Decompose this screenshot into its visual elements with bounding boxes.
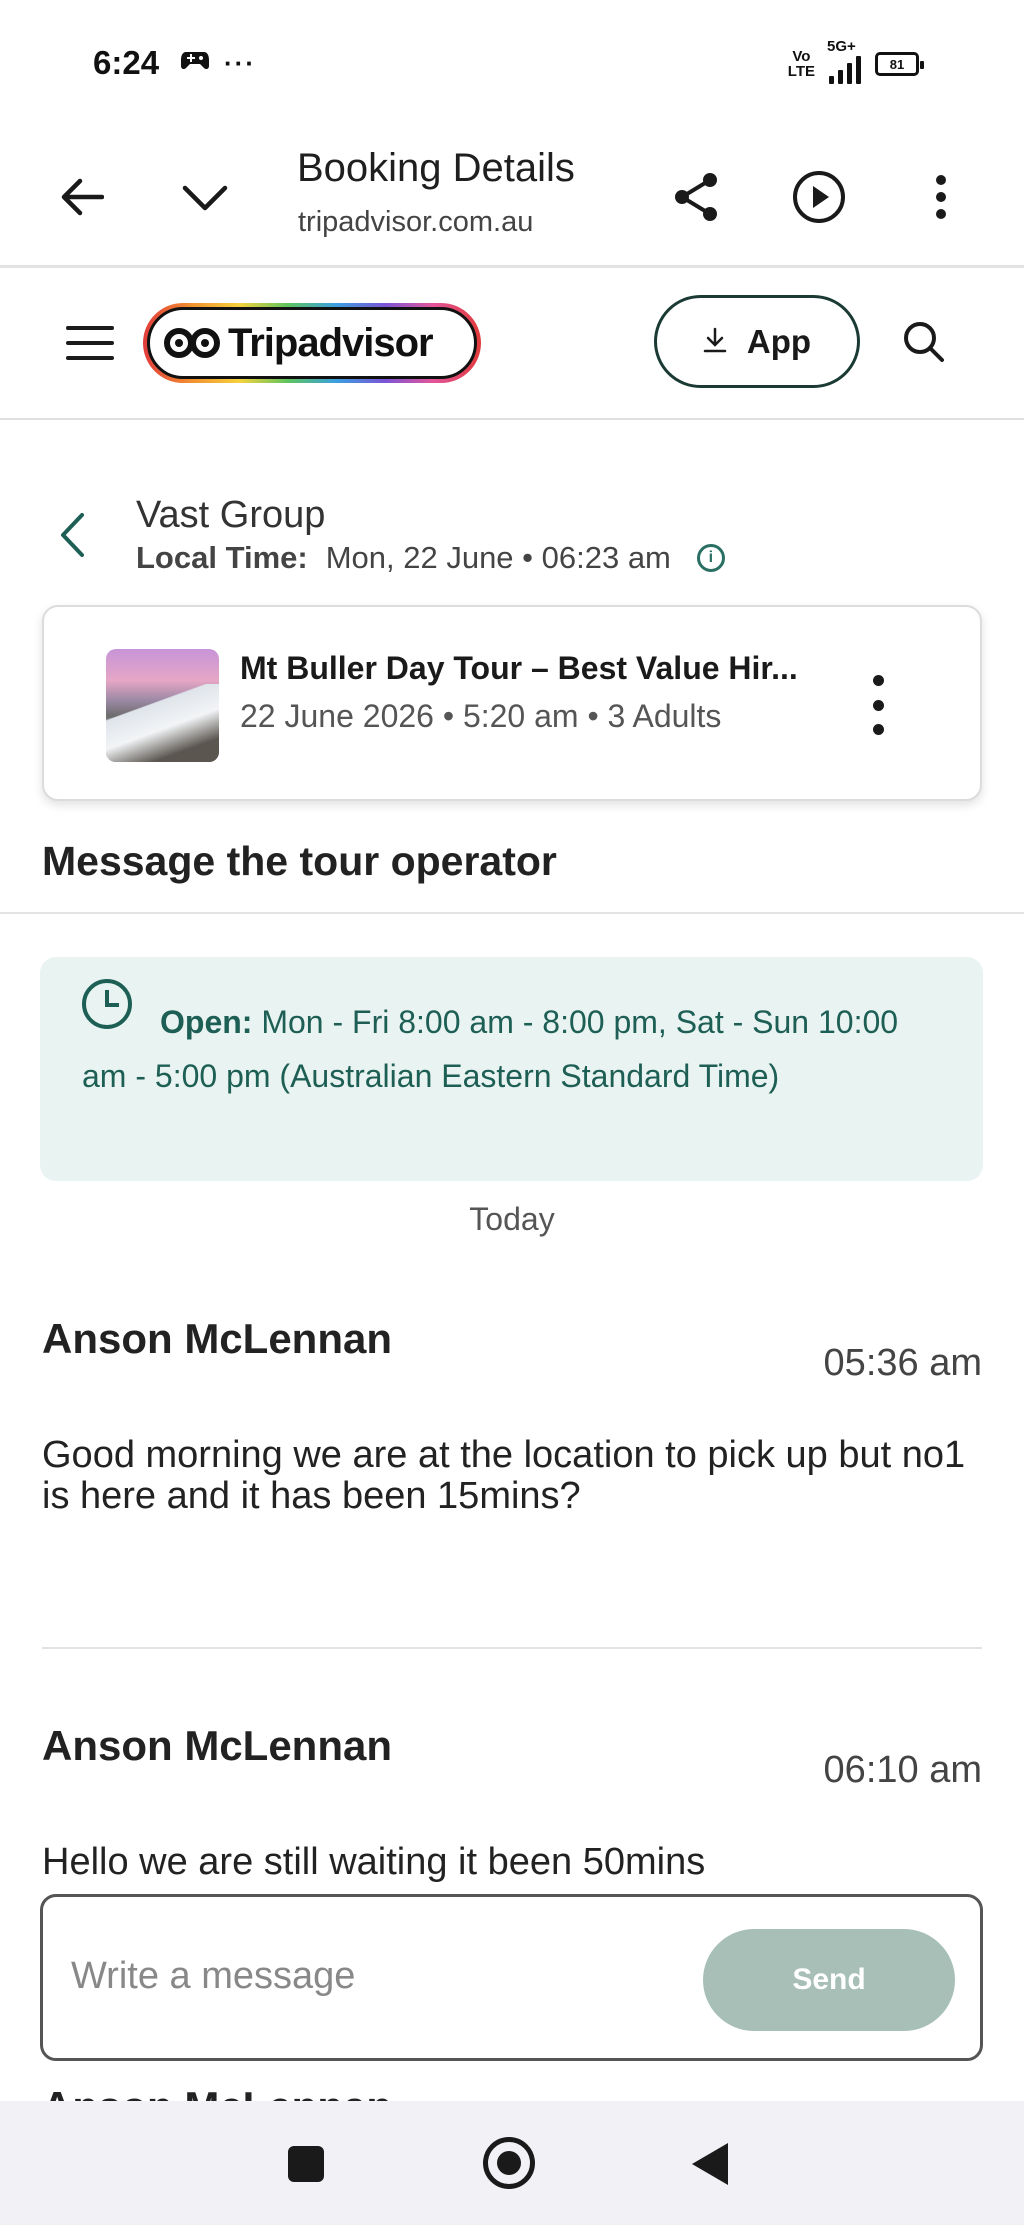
system-back-icon[interactable] [692, 2143, 728, 2185]
tour-thumbnail [106, 649, 219, 762]
system-nav-bar [0, 2101, 1024, 2225]
game-controller-icon [180, 48, 210, 79]
more-vert-icon[interactable] [906, 162, 976, 232]
battery-icon: 81 [875, 52, 924, 76]
browser-toolbar: Booking Details tripadvisor.com.au [0, 132, 1024, 268]
booking-options-icon[interactable] [858, 665, 898, 745]
opening-hours-text: Open: Mon - Fri 8:00 am - 8:00 pm, Sat -… [82, 995, 942, 1103]
status-bar: 6:24 ··· Vo LTE 5G+ 81 [0, 0, 1024, 132]
chevron-down-icon[interactable] [170, 162, 240, 232]
status-system-icons: Vo LTE 5G+ 81 [787, 38, 924, 84]
site-header: Tripadvisor App [0, 270, 1024, 420]
message-sender: Anson McLennan [42, 1722, 393, 1769]
message-sender: Anson McLennan [42, 1315, 393, 1362]
opening-hours-label: Open: [160, 1004, 253, 1040]
operator-local-time: Local Time: Mon, 22 June • 06:23 am i [136, 540, 725, 576]
more-notifications-icon: ··· [224, 48, 256, 78]
search-icon[interactable] [896, 314, 952, 370]
logo-text: Tripadvisor [228, 320, 434, 365]
back-arrow-icon[interactable] [47, 162, 117, 232]
tour-meta: 22 June 2026 • 5:20 am • 3 Adults [240, 698, 722, 734]
page-title: Booking Details [297, 146, 575, 190]
message-time: 05:36 am [823, 1342, 982, 1384]
tour-title: Mt Buller Day Tour – Best Value Hir... [240, 650, 798, 686]
info-icon[interactable]: i [696, 544, 725, 572]
home-icon[interactable] [483, 2137, 535, 2189]
tripadvisor-logo[interactable]: Tripadvisor [143, 303, 481, 383]
signal-icon: 5G+ [827, 38, 861, 84]
booking-card[interactable]: Mt Buller Day Tour – Best Value Hir... 2… [42, 605, 982, 801]
message-input[interactable] [71, 1945, 691, 2007]
back-to-inbox-icon[interactable] [50, 505, 94, 565]
message-composer: Send [40, 1894, 983, 2061]
local-time-label: Local Time: [136, 540, 308, 575]
send-button[interactable]: Send [703, 1929, 955, 2031]
divider [0, 912, 1024, 914]
share-icon[interactable] [661, 162, 731, 232]
page-url[interactable]: tripadvisor.com.au [298, 206, 533, 239]
status-notification-icons: ··· [180, 48, 256, 79]
recent-apps-icon[interactable] [288, 2146, 324, 2182]
play-icon[interactable] [784, 162, 854, 232]
section-title: Message the tour operator [42, 838, 557, 884]
status-time: 6:24 [93, 44, 160, 81]
get-app-button[interactable]: App [654, 295, 860, 388]
get-app-label: App [746, 322, 812, 360]
local-time-value: Mon, 22 June • 06:23 am [325, 540, 671, 575]
menu-icon[interactable] [66, 326, 114, 360]
owl-eyes-icon [164, 328, 220, 358]
message-divider [42, 1647, 982, 1649]
opening-hours-banner: Open: Mon - Fri 8:00 am - 8:00 pm, Sat -… [40, 957, 983, 1181]
day-separator: Today [469, 1201, 555, 1237]
volte-icon: Vo LTE [787, 48, 815, 80]
download-icon [703, 323, 727, 361]
operator-name: Vast Group [136, 494, 326, 536]
message-body: Good morning we are at the location to p… [42, 1434, 966, 1517]
message-time: 06:10 am [823, 1749, 982, 1791]
message-body: Hello we are still waiting it been 50min… [42, 1841, 706, 1883]
